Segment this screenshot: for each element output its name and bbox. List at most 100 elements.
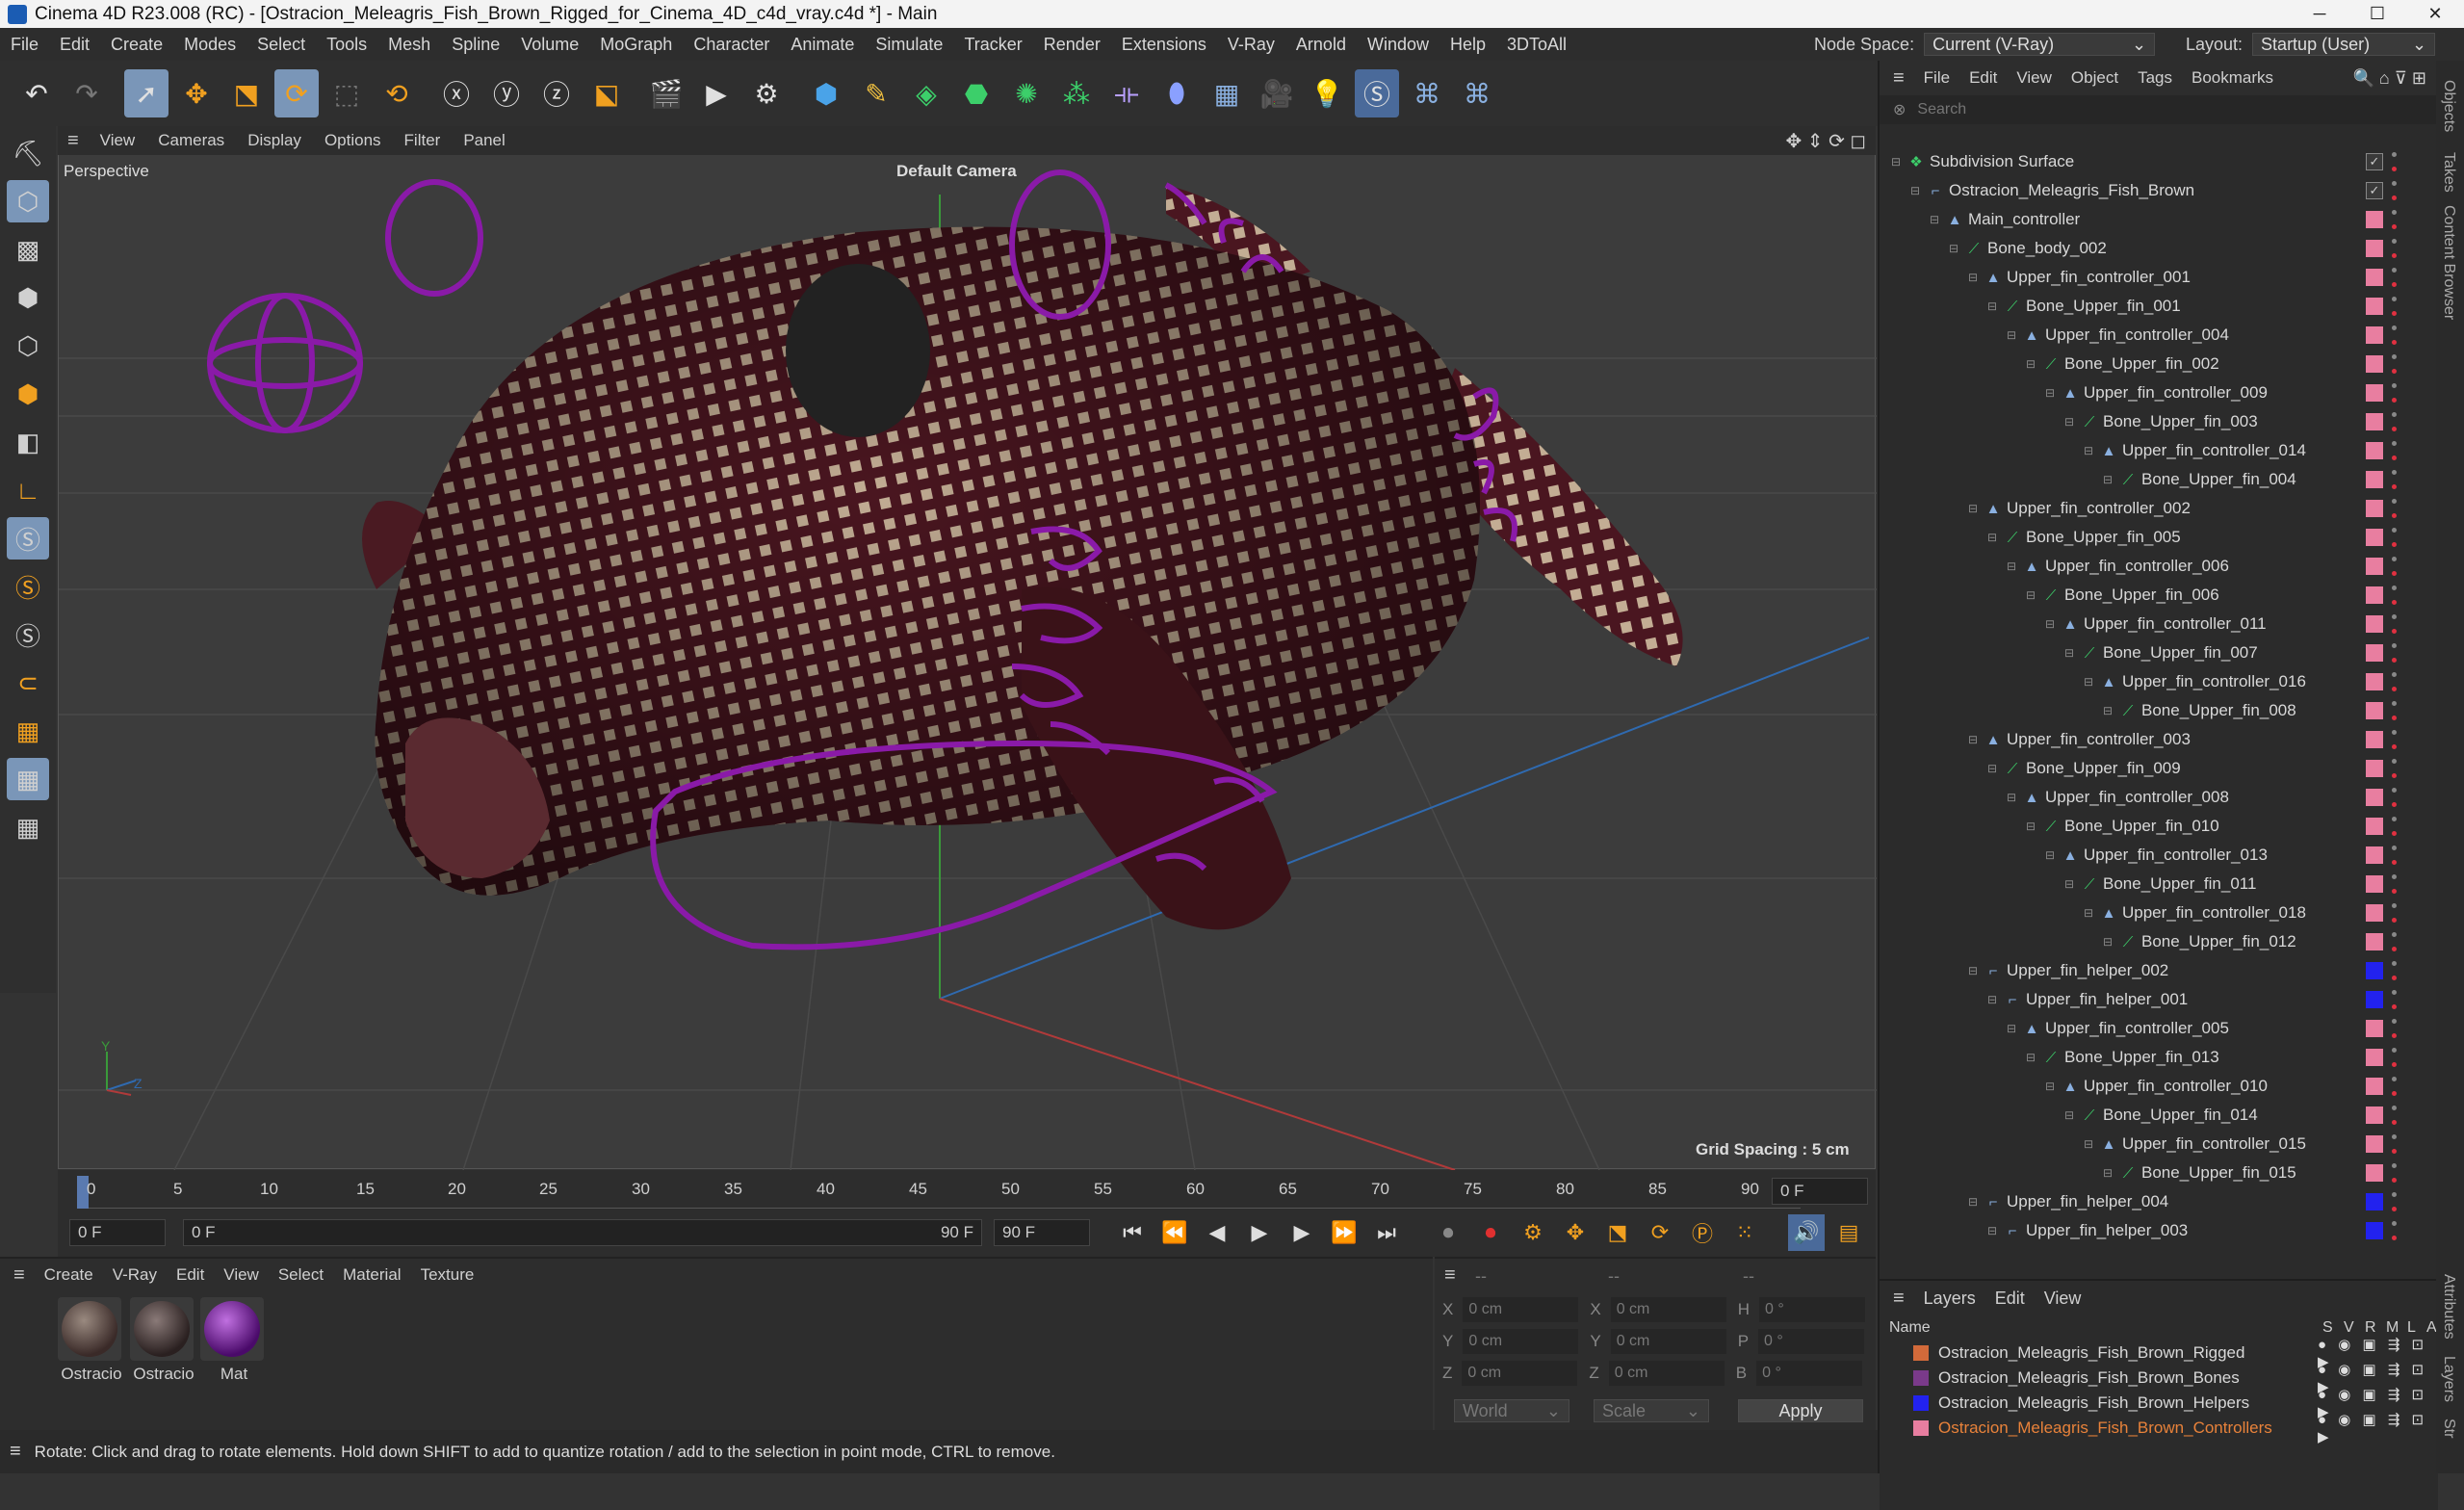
- python-icon[interactable]: ⌘: [1405, 69, 1449, 117]
- viewport-scene[interactable]: [59, 127, 1877, 1170]
- expand-toggle-icon[interactable]: ⊟: [2007, 328, 2016, 342]
- object-row[interactable]: ⊟ ▲ Upper_fin_controller_006: [1880, 552, 2438, 581]
- expand-toggle-icon[interactable]: ⊟: [1987, 1224, 1997, 1237]
- rotation-p-field[interactable]: 0 °: [1758, 1329, 1865, 1354]
- maximize-button[interactable]: ☐: [2348, 0, 2406, 28]
- object-row[interactable]: ⊟ ▲ Upper_fin_controller_009: [1880, 378, 2438, 407]
- expand-toggle-icon[interactable]: ⊟: [2007, 791, 2016, 804]
- key-position-icon[interactable]: ✥: [1557, 1214, 1594, 1251]
- object-row[interactable]: ⊟ ▲ Upper_fin_controller_015: [1880, 1130, 2438, 1159]
- expand-toggle-icon[interactable]: ⊟: [1987, 299, 1997, 313]
- layer-color-swatch[interactable]: [2366, 586, 2383, 604]
- viewport-menu-panel[interactable]: Panel: [452, 131, 516, 150]
- object-row[interactable]: ⊟ ⟋ Bone_Upper_fin_010: [1880, 812, 2438, 841]
- expand-toggle-icon[interactable]: ⊟: [2045, 848, 2055, 862]
- expand-toggle-icon[interactable]: ⊟: [2026, 1051, 2036, 1064]
- layer-color-swatch[interactable]: [2366, 1078, 2383, 1095]
- layer-color-swatch[interactable]: [2366, 529, 2383, 546]
- menu-spline[interactable]: Spline: [441, 35, 510, 55]
- redo-icon[interactable]: ↷: [65, 69, 109, 117]
- tab-structure[interactable]: Str: [2440, 1419, 2457, 1438]
- visibility-dots-icon[interactable]: [2390, 817, 2398, 836]
- layer-flags-icons[interactable]: ● ◉ ▣ ⇶ ⊡ ▶: [2318, 1411, 2438, 1445]
- go-to-start-icon[interactable]: ⏮: [1114, 1214, 1151, 1251]
- viewport-menu-view[interactable]: View: [89, 131, 147, 150]
- size-mode-select[interactable]: Scale ⌄: [1594, 1399, 1709, 1422]
- expand-toggle-icon[interactable]: ⊟: [2084, 1137, 2093, 1151]
- python-script-icon[interactable]: ⌘: [1455, 69, 1499, 117]
- layer-color-swatch[interactable]: [2366, 760, 2383, 777]
- tab-content-browser[interactable]: Content Browser: [2440, 205, 2457, 320]
- previous-frame-icon[interactable]: ◀: [1199, 1214, 1235, 1251]
- expand-toggle-icon[interactable]: ⊟: [2045, 386, 2055, 400]
- object-row[interactable]: ⊟ ⟋ Bone_body_002: [1880, 234, 2438, 263]
- menu-character[interactable]: Character: [683, 35, 780, 55]
- size-x-field[interactable]: 0 cm: [1610, 1297, 1726, 1322]
- layer-menu-edit[interactable]: Edit: [1985, 1289, 2035, 1309]
- menu-simulate[interactable]: Simulate: [865, 35, 953, 55]
- key-pla-icon[interactable]: ⁙: [1726, 1214, 1763, 1251]
- sound-icon[interactable]: 🔊: [1788, 1213, 1825, 1251]
- edge-mode-icon[interactable]: ⬡: [7, 325, 49, 367]
- cloner-icon[interactable]: ✺: [1004, 69, 1049, 117]
- layer-color-swatch[interactable]: [2366, 1106, 2383, 1124]
- visibility-dots-icon[interactable]: [2390, 383, 2398, 403]
- menu-modes[interactable]: Modes: [173, 35, 246, 55]
- layer-color-swatch[interactable]: [2366, 991, 2383, 1008]
- coord-system-select[interactable]: World ⌄: [1454, 1399, 1569, 1422]
- object-row[interactable]: ⊟ ⌐ Upper_fin_helper_004: [1880, 1187, 2438, 1216]
- object-row[interactable]: ⊟ ▲ Main_controller: [1880, 205, 2438, 234]
- object-row[interactable]: ⊟ ⟋ Bone_Upper_fin_004: [1880, 465, 2438, 494]
- magnet-icon[interactable]: ⊂: [7, 662, 49, 704]
- expand-toggle-icon[interactable]: ⊟: [2084, 675, 2093, 689]
- object-row[interactable]: ⊟ ⟋ Bone_Upper_fin_009: [1880, 754, 2438, 783]
- menu-vray[interactable]: V-Ray: [1217, 35, 1285, 55]
- object-row[interactable]: ⊟ ▲ Upper_fin_controller_008: [1880, 783, 2438, 812]
- expand-toggle-icon[interactable]: ⊟: [2026, 588, 2036, 602]
- layer-color-swatch[interactable]: [2366, 875, 2383, 893]
- layer-color-swatch[interactable]: [2366, 1020, 2383, 1037]
- visibility-dots-icon[interactable]: [2390, 846, 2398, 865]
- layout-select[interactable]: Startup (User) ⌄: [2252, 33, 2436, 56]
- point-mode-icon[interactable]: ⬢: [7, 276, 49, 319]
- obj-menu-tags[interactable]: Tags: [2128, 68, 2182, 88]
- quantize-icon[interactable]: Ⓢ: [7, 613, 49, 656]
- z-axis-lock-icon[interactable]: ⓩ: [534, 69, 579, 117]
- expand-toggle-icon[interactable]: ⊟: [2026, 357, 2036, 371]
- object-row[interactable]: ⊟ ⟋ Bone_Upper_fin_006: [1880, 581, 2438, 610]
- layer-color-swatch[interactable]: [2366, 673, 2383, 690]
- object-row[interactable]: ⊟ ⟋ Bone_Upper_fin_007: [1880, 638, 2438, 667]
- position-y-field[interactable]: 0 cm: [1463, 1329, 1579, 1354]
- vray-icon[interactable]: Ⓢ: [1355, 69, 1399, 117]
- layer-color-swatch[interactable]: [2366, 211, 2383, 228]
- viewport-nav-icons[interactable]: ✥ ⇕ ⟳ ◻: [1785, 129, 1866, 153]
- autokey-icon[interactable]: ⏺: [1472, 1214, 1509, 1251]
- object-row[interactable]: ⊟ ⌐ Upper_fin_helper_001: [1880, 985, 2438, 1014]
- layer-color-swatch[interactable]: [1913, 1345, 1929, 1361]
- mat-menu-texture[interactable]: Texture: [411, 1265, 484, 1285]
- layer-color-swatch[interactable]: [2366, 1049, 2383, 1066]
- visibility-dots-icon[interactable]: [2390, 614, 2398, 634]
- floor-icon[interactable]: ▦: [1205, 69, 1249, 117]
- menu-tools[interactable]: Tools: [316, 35, 377, 55]
- position-z-field[interactable]: 0 cm: [1462, 1361, 1578, 1386]
- visibility-dots-icon[interactable]: [2390, 874, 2398, 894]
- layer-menu-view[interactable]: View: [2035, 1289, 2091, 1309]
- record-icon[interactable]: ⏺: [1430, 1214, 1466, 1251]
- expand-toggle-icon[interactable]: ⊟: [1968, 271, 1978, 284]
- visibility-dots-icon[interactable]: [2390, 1019, 2398, 1038]
- tab-attributes[interactable]: Attributes: [2440, 1274, 2457, 1340]
- layer-color-swatch[interactable]: [2366, 384, 2383, 402]
- fish-model[interactable]: [362, 185, 1683, 930]
- visibility-dots-icon[interactable]: [2390, 903, 2398, 923]
- object-row[interactable]: ⊟ ⌐ Ostracion_Meleagris_Fish_Brown ✓: [1880, 176, 2438, 205]
- x-axis-lock-icon[interactable]: ⓧ: [434, 69, 479, 117]
- render-settings-icon[interactable]: ⚙: [744, 69, 789, 117]
- visibility-dots-icon[interactable]: [2390, 643, 2398, 663]
- layer-color-swatch[interactable]: [2366, 558, 2383, 575]
- polygon-mode-icon[interactable]: ⬢: [7, 373, 49, 415]
- layer-color-swatch[interactable]: [2366, 644, 2383, 662]
- object-row[interactable]: ⊟ ▲ Upper_fin_controller_013: [1880, 841, 2438, 870]
- menu-3dtoall[interactable]: 3DToAll: [1496, 35, 1577, 55]
- viewport-menu-options[interactable]: Options: [313, 131, 393, 150]
